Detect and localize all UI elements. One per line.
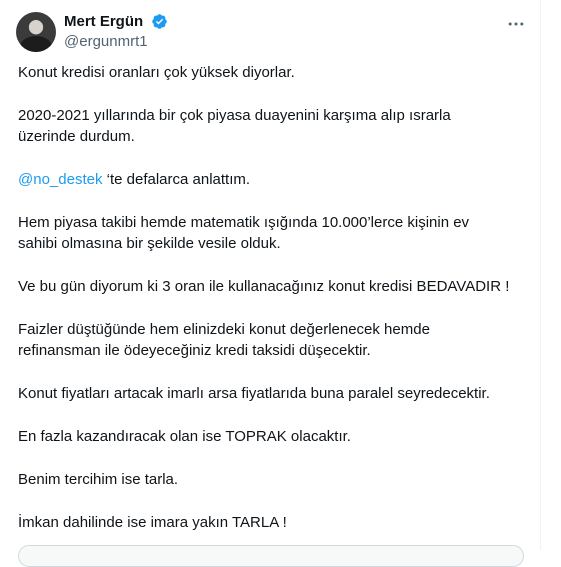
tweet-card: Mert Ergün @ergunmrt1 Konut kredisi oran… (0, 0, 541, 567)
embedded-card-edge[interactable] (18, 545, 524, 567)
tweet-header: Mert Ergün @ergunmrt1 (16, 12, 526, 52)
author-handle[interactable]: @ergunmrt1 (64, 32, 168, 52)
tweet-line: refinansman ile ödeyeceğiniz kredi taksi… (18, 342, 371, 359)
tweet-paragraph: En fazla kazandıracak olan ise TOPRAK ol… (18, 426, 528, 447)
author-info: Mert Ergün @ergunmrt1 (64, 12, 168, 52)
tweet-line: Ve bu gün diyorum ki 3 oran ile kullanac… (18, 278, 510, 295)
tweet-paragraph: 2020-2021 yıllarında bir çok piyasa duay… (18, 105, 528, 147)
tweet-line: En fazla kazandıracak olan ise TOPRAK ol… (18, 428, 351, 445)
tweet-line: Faizler düştüğünde hem elinizdeki konut … (18, 321, 430, 338)
avatar-silhouette (20, 36, 52, 52)
tweet-paragraph: Ve bu gün diyorum ki 3 oran ile kullanac… (18, 276, 528, 297)
tweet-paragraph: İmkan dahilinde ise imara yakın TARLA ! (18, 512, 528, 533)
tweet-paragraph: Konut fiyatları artacak imarlı arsa fiya… (18, 383, 528, 404)
tweet-line: Konut fiyatları artacak imarlı arsa fiya… (18, 385, 490, 402)
tweet-line: sahibi olmasına bir şekilde vesile olduk… (18, 235, 281, 252)
tweet-line: 2020-2021 yıllarında bir çok piyasa duay… (18, 107, 451, 124)
more-horizontal-icon[interactable] (506, 14, 526, 34)
tweet-line: İmkan dahilinde ise imara yakın TARLA ! (18, 514, 287, 531)
tweet-paragraph: Konut kredisi oranları çok yüksek diyorl… (18, 62, 528, 83)
author-display-name[interactable]: Mert Ergün (64, 12, 143, 32)
tweet-line: Hem piyasa takibi hemde matematik ışığın… (18, 214, 470, 231)
avatar[interactable] (16, 12, 56, 52)
tweet-paragraph: Benim tercihim ise tarla. (18, 469, 528, 490)
verified-badge-icon (151, 14, 167, 29)
mention-link[interactable]: @no_destek (18, 171, 102, 188)
tweet-line: Benim tercihim ise tarla. (18, 471, 179, 488)
tweet-line: üzerinde durdum. (18, 128, 135, 145)
tweet-line: Konut kredisi oranları çok yüksek diyorl… (18, 64, 295, 81)
tweet-paragraph: @no_destek ‘te defalarca anlattım. (18, 169, 528, 190)
tweet-text: Konut kredisi oranları çok yüksek diyorl… (18, 62, 528, 555)
tweet-paragraph: Hem piyasa takibi hemde matematik ışığın… (18, 212, 528, 254)
tweet-paragraph: Faizler düştüğünde hem elinizdeki konut … (18, 319, 528, 361)
tweet-line: ‘te defalarca anlattım. (102, 171, 251, 188)
